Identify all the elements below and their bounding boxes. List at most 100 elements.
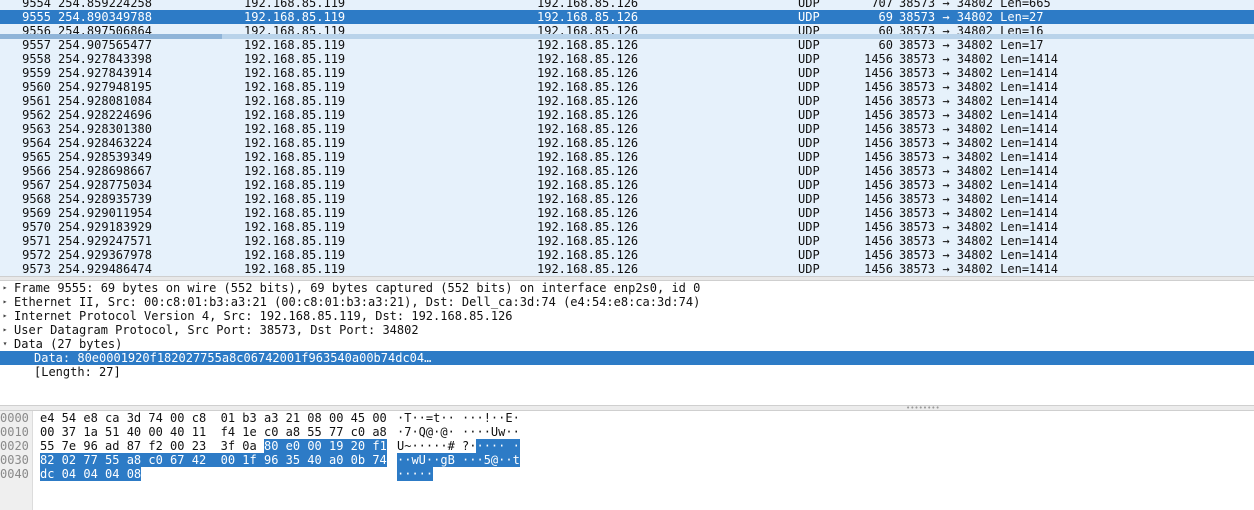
packet-row[interactable]: 9565 254.928539349 192.168.85.119 192.168.8… (0, 150, 1254, 164)
packet-destination: 192.168.85.126 (537, 136, 639, 150)
detail-tree-item[interactable]: Data: 80e0001920f182027755a8c06742001f96… (0, 351, 1254, 365)
packet-time: 254.928775034 (58, 178, 152, 192)
packet-source: 192.168.85.119 (244, 10, 346, 24)
packet-info: 38573 → 34802 Len=1414 (899, 52, 1058, 66)
packet-destination: 192.168.85.126 (537, 248, 639, 262)
packet-destination: 192.168.85.126 (537, 164, 639, 178)
packet-length: 1456 (864, 122, 893, 136)
detail-tree-item[interactable]: ▸ Internet Protocol Version 4, Src: 192.1… (0, 309, 1254, 323)
packet-length: 1456 (864, 150, 893, 164)
packet-info: 38573 → 34802 Len=1414 (899, 122, 1058, 136)
packet-length: 1456 (864, 192, 893, 206)
scrollbar-thumb[interactable] (0, 34, 222, 39)
hex-bytes-plain: e4 54 e8 ca 3d 74 00 c8 01 b3 a3 21 08 0… (40, 411, 387, 425)
ascii-bytes[interactable]: ·T··=t·· ···!··E· (397, 411, 520, 425)
packet-row[interactable]: 9560 254.927948195 192.168.85.119 192.168.8… (0, 80, 1254, 94)
packet-bytes[interactable]: 0000 e4 54 e8 ca 3d 74 00 c8 01 b3 a3 21 … (0, 411, 1254, 510)
detail-tree-item[interactable]: ▸ User Datagram Protocol, Src Port: 38573… (0, 323, 1254, 337)
packet-protocol: UDP (798, 66, 820, 80)
packet-destination: 192.168.85.126 (537, 262, 639, 276)
packet-time: 254.928463224 (58, 136, 152, 150)
packet-source: 192.168.85.119 (244, 136, 346, 150)
collapsed-arrow-icon[interactable]: ▸ (0, 309, 10, 323)
packet-time: 254.929183929 (58, 220, 152, 234)
packet-row[interactable]: 9564 254.928463224 192.168.85.119 192.168.8… (0, 136, 1254, 150)
packet-protocol: UDP (798, 178, 820, 192)
packet-row[interactable]: 9554 254.859224258 192.168.85.119 192.168.8… (0, 0, 1254, 10)
packet-source: 192.168.85.119 (244, 66, 346, 80)
packet-length: 1456 (864, 136, 893, 150)
packet-row[interactable]: 9557 254.907565477 192.168.85.119 192.168.8… (0, 38, 1254, 52)
packet-time: 254.928301380 (58, 122, 152, 136)
packet-length: 707 (871, 0, 893, 10)
packet-length: 1456 (864, 234, 893, 248)
packet-row[interactable]: 9561 254.928081084 192.168.85.119 192.168.8… (0, 94, 1254, 108)
bytes-row: 0020 55 7e 96 ad 87 f2 00 23 3f 0a 80 e0 … (0, 439, 1254, 453)
packet-info: 38573 → 34802 Len=1414 (899, 234, 1058, 248)
packet-time: 254.859224258 (58, 0, 152, 10)
packet-protocol: UDP (798, 206, 820, 220)
packet-number: 9559 (22, 66, 51, 80)
packet-row[interactable]: 9562 254.928224696 192.168.85.119 192.168.8… (0, 108, 1254, 122)
packet-row[interactable]: 9568 254.928935739 192.168.85.119 192.168.8… (0, 192, 1254, 206)
packet-protocol: UDP (798, 262, 820, 276)
packet-protocol: UDP (798, 150, 820, 164)
packet-row[interactable]: 9563 254.928301380 192.168.85.119 192.168.8… (0, 122, 1254, 136)
detail-tree-label: Ethernet II, Src: 00:c8:01:b3:a3:21 (00:… (14, 295, 701, 309)
packet-number: 9562 (22, 108, 51, 122)
packet-details[interactable]: ▸ Frame 9555: 69 bytes on wire (552 bits)… (0, 281, 1254, 405)
hex-bytes[interactable]: 55 7e 96 ad 87 f2 00 23 3f 0a 80 e0 00 1… (40, 439, 387, 453)
hex-bytes[interactable]: dc 04 04 04 08 (40, 467, 142, 481)
packet-destination: 192.168.85.126 (537, 66, 639, 80)
packet-length: 60 (878, 38, 893, 52)
packet-row[interactable]: 9572 254.929367978 192.168.85.119 192.168.8… (0, 248, 1254, 262)
packet-source: 192.168.85.119 (244, 94, 346, 108)
packet-number: 9566 (22, 164, 51, 178)
packet-destination: 192.168.85.126 (537, 10, 639, 24)
expanded-arrow-icon[interactable]: ▾ (0, 337, 10, 351)
detail-tree-item[interactable]: ▾ Data (27 bytes) (0, 337, 1254, 351)
ascii-bytes-plain: ·T··=t·· ···!··E· (397, 411, 520, 425)
packet-number: 9565 (22, 150, 51, 164)
ascii-bytes[interactable]: ····· (397, 467, 434, 481)
ascii-bytes[interactable]: ··wU··gB ···5@··t (397, 453, 520, 467)
hex-bytes[interactable]: 82 02 77 55 a8 c0 67 42 00 1f 96 35 40 a… (40, 453, 387, 467)
packet-row[interactable]: 9558 254.927843398 192.168.85.119 192.168.8… (0, 52, 1254, 66)
detail-tree-item[interactable]: ▸ Ethernet II, Src: 00:c8:01:b3:a3:21 (00… (0, 295, 1254, 309)
packet-number: 9564 (22, 136, 51, 150)
packet-info: 38573 → 34802 Len=17 (899, 38, 1044, 52)
packet-list[interactable]: 9554 254.859224258 192.168.85.119 192.168.8… (0, 0, 1254, 276)
packet-length: 1456 (864, 108, 893, 122)
packet-source: 192.168.85.119 (244, 206, 346, 220)
detail-tree-label: Internet Protocol Version 4, Src: 192.16… (14, 309, 513, 323)
packet-protocol: UDP (798, 248, 820, 262)
hex-bytes[interactable]: 00 37 1a 51 40 00 40 11 f4 1e c0 a8 55 7… (40, 425, 387, 439)
collapsed-arrow-icon[interactable]: ▸ (0, 281, 10, 295)
packet-row[interactable]: 9571 254.929247571 192.168.85.119 192.168.8… (0, 234, 1254, 248)
detail-tree-item[interactable]: [Length: 27] (0, 365, 1254, 379)
packet-time: 254.929247571 (58, 234, 152, 248)
packet-rows: 9554 254.859224258 192.168.85.119 192.168.8… (0, 0, 1254, 276)
detail-tree-item[interactable]: ▸ Frame 9555: 69 bytes on wire (552 bits)… (0, 281, 1254, 295)
ascii-bytes[interactable]: ·7·Q@·@· ····Uw·· (397, 425, 520, 439)
hex-bytes[interactable]: e4 54 e8 ca 3d 74 00 c8 01 b3 a3 21 08 0… (40, 411, 387, 425)
collapsed-arrow-icon[interactable]: ▸ (0, 323, 10, 337)
packet-row[interactable]: 9566 254.928698667 192.168.85.119 192.168.8… (0, 164, 1254, 178)
packet-list-horizontal-scrollbar[interactable] (0, 34, 1254, 39)
packet-time: 254.890349788 (58, 10, 152, 24)
packet-row[interactable]: 9570 254.929183929 192.168.85.119 192.168.8… (0, 220, 1254, 234)
packet-row[interactable]: 9567 254.928775034 192.168.85.119 192.168.8… (0, 178, 1254, 192)
detail-tree-label: [Length: 27] (34, 365, 121, 379)
ascii-bytes[interactable]: U~·····# ?····· · (397, 439, 520, 453)
packet-row[interactable]: 9559 254.927843914 192.168.85.119 192.168.8… (0, 66, 1254, 80)
packet-protocol: UDP (798, 220, 820, 234)
packet-row[interactable]: 9569 254.929011954 192.168.85.119 192.168.8… (0, 206, 1254, 220)
detail-tree-label: Frame 9555: 69 bytes on wire (552 bits),… (14, 281, 701, 295)
packet-info: 38573 → 34802 Len=1414 (899, 108, 1058, 122)
collapsed-arrow-icon[interactable]: ▸ (0, 295, 10, 309)
packet-length: 1456 (864, 164, 893, 178)
packet-row[interactable]: 9573 254.929486474 192.168.85.119 192.168.8… (0, 262, 1254, 276)
ascii-bytes-highlighted: ···· · (476, 439, 520, 453)
packet-row[interactable]: 9555 254.890349788 192.168.85.119 192.168.8… (0, 10, 1254, 24)
packet-number: 9569 (22, 206, 51, 220)
